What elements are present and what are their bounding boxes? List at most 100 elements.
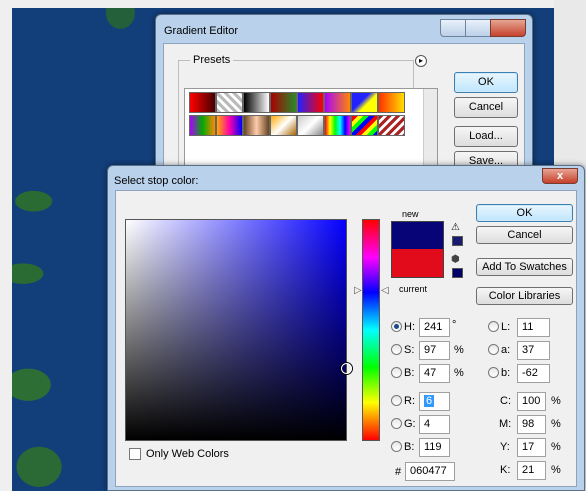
cyan-unit: % bbox=[551, 395, 561, 407]
brightness-radio[interactable] bbox=[391, 367, 402, 378]
window-caption-buttons bbox=[440, 19, 526, 38]
blue-label: B: bbox=[404, 441, 415, 453]
preset-swatch[interactable] bbox=[297, 115, 324, 136]
hue-label: H: bbox=[404, 321, 415, 333]
b-channel-radio[interactable] bbox=[488, 367, 499, 378]
green-label: G: bbox=[404, 418, 416, 430]
gradient-editor-client: Presets ▸ OK Cancel Load... Save... bbox=[163, 43, 525, 174]
magenta-unit: % bbox=[551, 418, 561, 430]
brightness-unit: % bbox=[454, 367, 464, 379]
new-color-label: new bbox=[402, 209, 419, 219]
minimize-button[interactable] bbox=[440, 19, 466, 37]
green-radio[interactable] bbox=[391, 418, 402, 429]
a-channel-field[interactable]: 37 bbox=[517, 341, 550, 360]
saturation-field[interactable]: 97 bbox=[419, 341, 450, 360]
ok-button[interactable]: OK bbox=[454, 72, 518, 93]
lightness-field[interactable]: 11 bbox=[517, 318, 550, 337]
lightness-label: L: bbox=[501, 321, 511, 333]
preset-swatch[interactable] bbox=[351, 92, 378, 113]
close-button[interactable] bbox=[490, 19, 526, 37]
red-radio[interactable] bbox=[391, 395, 402, 406]
red-field[interactable]: 6 bbox=[419, 392, 450, 411]
a-channel-label: a: bbox=[501, 344, 511, 356]
saturation-unit: % bbox=[454, 344, 464, 356]
lightness-radio[interactable] bbox=[488, 321, 499, 332]
preset-swatch[interactable] bbox=[297, 92, 324, 113]
gradient-presets-list bbox=[184, 88, 438, 174]
select-stop-color-dialog: Select stop color: x ▷ ◁ new current ⚠ ⬢… bbox=[107, 165, 585, 491]
current-color-label: current bbox=[399, 284, 428, 294]
blue-field[interactable]: 119 bbox=[419, 438, 450, 457]
gamut-color-swatch[interactable] bbox=[452, 236, 463, 246]
web-safe-cube-icon[interactable]: ⬢ bbox=[451, 254, 460, 265]
brightness-label: B: bbox=[404, 367, 415, 379]
preset-swatch[interactable] bbox=[189, 115, 216, 136]
hex-field[interactable]: 060477 bbox=[405, 462, 455, 481]
preset-swatch[interactable] bbox=[324, 92, 351, 113]
a-channel-radio[interactable] bbox=[488, 344, 499, 355]
hue-slider-right-arrow-icon[interactable]: ◁ bbox=[381, 285, 389, 296]
yellow-field[interactable]: 17 bbox=[517, 438, 546, 457]
hex-label: # bbox=[395, 466, 402, 478]
saturation-brightness-field[interactable] bbox=[125, 219, 352, 441]
hue-radio[interactable] bbox=[391, 321, 402, 332]
color-field-marker[interactable] bbox=[341, 363, 352, 374]
only-web-colors-label: Only Web Colors bbox=[146, 448, 229, 460]
magenta-label: M: bbox=[499, 418, 512, 430]
close-button[interactable]: x bbox=[542, 168, 578, 184]
b-channel-field[interactable]: -62 bbox=[517, 364, 550, 383]
preset-swatch[interactable] bbox=[243, 92, 270, 113]
new-color-swatch bbox=[391, 221, 444, 249]
magenta-field[interactable]: 98 bbox=[517, 415, 546, 434]
brightness-field[interactable]: 47 bbox=[419, 364, 450, 383]
black-field[interactable]: 21 bbox=[517, 461, 546, 480]
green-field[interactable]: 4 bbox=[419, 415, 450, 434]
yellow-unit: % bbox=[551, 441, 561, 453]
preset-swatch[interactable] bbox=[378, 115, 405, 136]
hue-field[interactable]: 241 bbox=[419, 318, 450, 337]
black-label: K: bbox=[500, 464, 511, 476]
cancel-button[interactable]: Cancel bbox=[476, 226, 573, 244]
ok-button[interactable]: OK bbox=[476, 204, 573, 222]
preset-swatch[interactable] bbox=[243, 115, 270, 136]
preset-swatch[interactable] bbox=[324, 115, 351, 136]
screen-edge bbox=[0, 0, 12, 491]
saturation-radio[interactable] bbox=[391, 344, 402, 355]
preset-swatch[interactable] bbox=[189, 92, 216, 113]
black-unit: % bbox=[551, 464, 561, 476]
cyan-field[interactable]: 100 bbox=[517, 392, 546, 411]
load-button[interactable]: Load... bbox=[454, 126, 518, 147]
preset-swatch[interactable] bbox=[351, 115, 378, 136]
maximize-button[interactable] bbox=[465, 19, 491, 37]
preset-swatch[interactable] bbox=[270, 115, 297, 136]
hue-slider[interactable] bbox=[362, 219, 380, 441]
hue-slider-left-arrow-icon[interactable]: ▷ bbox=[354, 285, 362, 296]
cyan-label: C: bbox=[500, 395, 511, 407]
cancel-button[interactable]: Cancel bbox=[454, 97, 518, 118]
presets-menu-icon[interactable]: ▸ bbox=[415, 55, 427, 67]
web-safe-color-swatch[interactable] bbox=[452, 268, 463, 278]
red-label: R: bbox=[404, 395, 415, 407]
blue-radio[interactable] bbox=[391, 441, 402, 452]
yellow-label: Y: bbox=[500, 441, 510, 453]
only-web-colors-checkbox[interactable] bbox=[129, 448, 141, 460]
dialog-title: Select stop color: bbox=[114, 175, 199, 187]
color-picker-client: ▷ ◁ new current ⚠ ⬢ OK Cancel Add To Swa… bbox=[115, 190, 577, 487]
preset-swatch[interactable] bbox=[378, 92, 405, 113]
saturation-label: S: bbox=[404, 344, 415, 356]
color-libraries-button[interactable]: Color Libraries bbox=[476, 287, 573, 305]
preset-swatch[interactable] bbox=[216, 115, 243, 136]
add-to-swatches-button[interactable]: Add To Swatches bbox=[476, 258, 573, 276]
hue-unit: ° bbox=[452, 319, 457, 331]
gradient-editor-window: Gradient Editor Presets ▸ OK Cancel Load… bbox=[155, 14, 533, 174]
preset-swatch[interactable] bbox=[270, 92, 297, 113]
preset-swatch[interactable] bbox=[216, 92, 243, 113]
b-channel-label: b: bbox=[501, 367, 511, 379]
presets-label: Presets bbox=[190, 54, 234, 66]
gradient-editor-title: Gradient Editor bbox=[164, 25, 238, 37]
gamut-warning-icon[interactable]: ⚠ bbox=[451, 222, 460, 233]
presets-scrollbar[interactable] bbox=[423, 89, 437, 173]
red-value: 6 bbox=[424, 395, 435, 407]
screen-edge bbox=[0, 0, 586, 8]
current-color-swatch[interactable] bbox=[391, 249, 444, 278]
